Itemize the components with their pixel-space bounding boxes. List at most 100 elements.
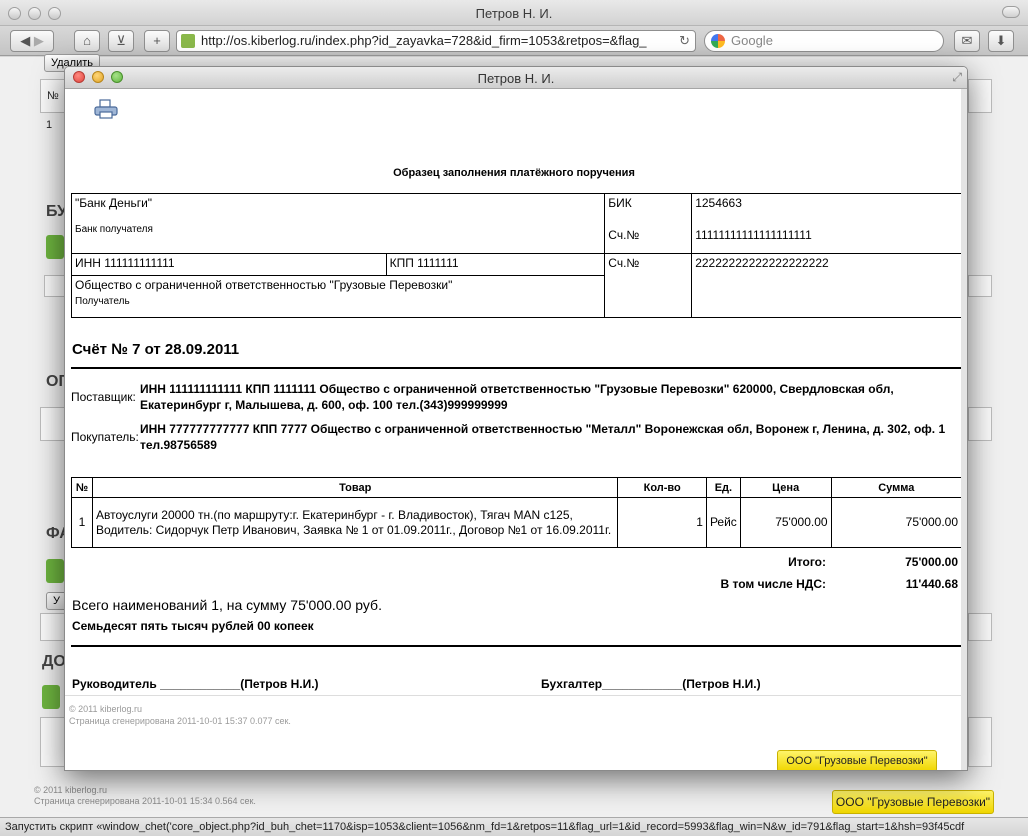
- bookmark-add-icon: ⊻: [116, 33, 126, 48]
- company-button[interactable]: ООО "Грузовые Перевозки": [777, 750, 937, 770]
- back-forward-buttons[interactable]: ◀ ▶: [10, 30, 54, 52]
- table-header-cell: [968, 613, 992, 641]
- col-header-price: Цена: [739, 477, 832, 498]
- table-header-cell: [44, 275, 66, 297]
- col-header-qty: Кол-во: [617, 477, 707, 498]
- google-icon: [711, 34, 725, 48]
- table-header-cell: [40, 717, 66, 767]
- supplier-value: ИНН 111111111111 КПП 1111111 Общество с …: [140, 382, 894, 412]
- account-value-1: 11111111111111111111: [691, 225, 962, 254]
- vat-value: 11'440.68: [905, 577, 958, 591]
- row-product: Автоуслуги 20000 тн.(по маршруту:г. Екат…: [91, 497, 619, 548]
- table-header-cell: [968, 79, 992, 113]
- recipient-name: Общество с ограниченной ответственностью…: [75, 278, 453, 292]
- row-sum: 75'000.00: [830, 497, 963, 548]
- recipient-cell: Общество с ограниченной ответственностью…: [70, 275, 606, 318]
- document-title: Образец заполнения платёжного поручения: [393, 167, 635, 179]
- buyer-label: Покупатель:: [71, 430, 139, 444]
- items-table: № Товар Кол-во Ед. Цена Сумма 1 Автоуслу…: [71, 477, 963, 548]
- table-header-cell: [968, 407, 992, 441]
- add-button[interactable]: [46, 559, 64, 583]
- back-arrow-icon[interactable]: ◀: [20, 33, 30, 48]
- invoice-content: Образец заполнения платёжного поручения …: [65, 89, 963, 770]
- table-header-cell: [40, 407, 66, 441]
- accountant-signature: Бухгалтер____________(Петров Н.И.): [541, 677, 761, 691]
- table-row: 1 Автоуслуги 20000 тн.(по маршруту:г. Ек…: [71, 497, 963, 548]
- col-header-unit: Ед.: [705, 477, 741, 498]
- col-number-header: №: [47, 90, 59, 102]
- row-unit: Рейс: [705, 497, 741, 548]
- background-footer: © 2011 kiberlog.ru Страница сгенерирован…: [34, 785, 256, 807]
- footer-divider: [65, 695, 963, 696]
- inn-cell: ИНН 111111111111: [71, 253, 387, 276]
- forward-arrow-icon[interactable]: ▶: [34, 33, 44, 48]
- invoice-title: Счёт № 7 от 28.09.2011: [72, 341, 240, 358]
- copyright-text: © 2011 kiberlog.ru: [34, 785, 108, 795]
- search-placeholder: Google: [731, 33, 773, 48]
- buyer-block: Покупатель:ИНН 777777777777 КПП 7777 Общ…: [71, 421, 962, 453]
- divider: [71, 367, 962, 369]
- col-header-number: №: [71, 477, 93, 498]
- recipient-label: Получатель: [75, 296, 130, 307]
- table-header-cell: [968, 275, 992, 297]
- home-icon: ⌂: [83, 33, 91, 48]
- table-header-cell: №: [40, 79, 66, 113]
- row-price: 75'000.00: [739, 497, 832, 548]
- add-button[interactable]: [42, 685, 60, 709]
- table-header-cell: [968, 717, 992, 767]
- row-number: 1: [71, 497, 93, 548]
- total-value: 75'000.00: [905, 555, 958, 569]
- section-heading: ДО: [42, 653, 66, 670]
- download-icon: ⬇: [995, 33, 1007, 48]
- popup-scrollbar[interactable]: [961, 89, 967, 770]
- director-signature: Руководитель ____________(Петров Н.И.): [72, 677, 319, 691]
- sum-summary: Всего наименований 1, на сумму 75'000.00…: [72, 597, 382, 613]
- account-label-2: Сч.№: [604, 253, 693, 318]
- sum-in-words: Семьдесят пять тысяч рублей 00 копеек: [72, 619, 314, 633]
- col-header-product: Товар: [91, 477, 619, 498]
- popup-title: Петров Н. И.: [477, 71, 555, 86]
- printer-icon[interactable]: [93, 99, 119, 119]
- url-text: http://os.kiberlog.ru/index.php?id_zayav…: [201, 33, 647, 48]
- mail-button[interactable]: ✉: [954, 30, 980, 52]
- buyer-value: ИНН 777777777777 КПП 7777 Общество с огр…: [140, 422, 946, 452]
- total-label: Итого:: [788, 555, 826, 569]
- bank-name: "Банк Деньги": [75, 196, 153, 210]
- popup-footer: © 2011 kiberlog.ru Страница сгенерирован…: [69, 703, 291, 727]
- browser-toolbar: ◀ ▶ ⌂ ⊻ + http://os.kiberlog.ru/index.ph…: [0, 26, 1028, 56]
- supplier-label: Поставщик:: [71, 390, 136, 404]
- account-value-2: 22222222222222222222: [691, 253, 962, 318]
- address-bar[interactable]: http://os.kiberlog.ru/index.php?id_zayav…: [176, 30, 696, 52]
- supplier-block: Поставщик: ИНН 111111111111 КПП 1111111 О…: [71, 381, 962, 413]
- status-bar: Запустить скрипт «window_chet('core_obje…: [0, 817, 1028, 836]
- bik-value: 1254663: [691, 193, 962, 226]
- account-label-1: Сч.№: [604, 225, 693, 254]
- reload-icon[interactable]: ↻: [679, 31, 690, 51]
- site-favicon-icon: [181, 34, 195, 48]
- generated-text: Страница сгенерирована 2011-10-01 15:37 …: [69, 716, 291, 726]
- window-title: Петров Н. И.: [475, 6, 553, 21]
- add-button[interactable]: [46, 235, 64, 259]
- bank-details-table: "Банк Деньги" Банк получателя БИК 125466…: [70, 193, 962, 318]
- search-input[interactable]: Google: [704, 30, 944, 52]
- bank-cell: "Банк Деньги" Банк получателя: [70, 193, 606, 254]
- new-tab-button[interactable]: +: [144, 30, 170, 52]
- row-qty: 1: [617, 497, 707, 548]
- browser-titlebar: Петров Н. И.: [0, 0, 1028, 26]
- bank-label: Банк получателя: [75, 224, 153, 235]
- vat-label: В том числе НДС:: [720, 577, 826, 591]
- toolbar-toggle-button[interactable]: [1002, 6, 1020, 18]
- downloads-button[interactable]: ⬇: [988, 30, 1014, 52]
- copyright-text: © 2011 kiberlog.ru: [69, 704, 143, 714]
- home-button[interactable]: ⌂: [74, 30, 100, 52]
- divider: [71, 645, 962, 647]
- invoice-popup-window: Петров Н. И. ⤢ Образец заполнения платёж…: [64, 66, 968, 771]
- bookmarks-button[interactable]: ⊻: [108, 30, 134, 52]
- fullscreen-icon[interactable]: ⤢: [952, 70, 962, 85]
- col-header-sum: Сумма: [830, 477, 963, 498]
- bik-label: БИК: [604, 193, 693, 226]
- popup-titlebar: Петров Н. И. ⤢: [65, 67, 967, 89]
- row-number: 1: [46, 119, 53, 131]
- generated-text: Страница сгенерирована 2011-10-01 15:34 …: [34, 796, 256, 806]
- company-button[interactable]: ООО "Грузовые Перевозки": [832, 790, 994, 814]
